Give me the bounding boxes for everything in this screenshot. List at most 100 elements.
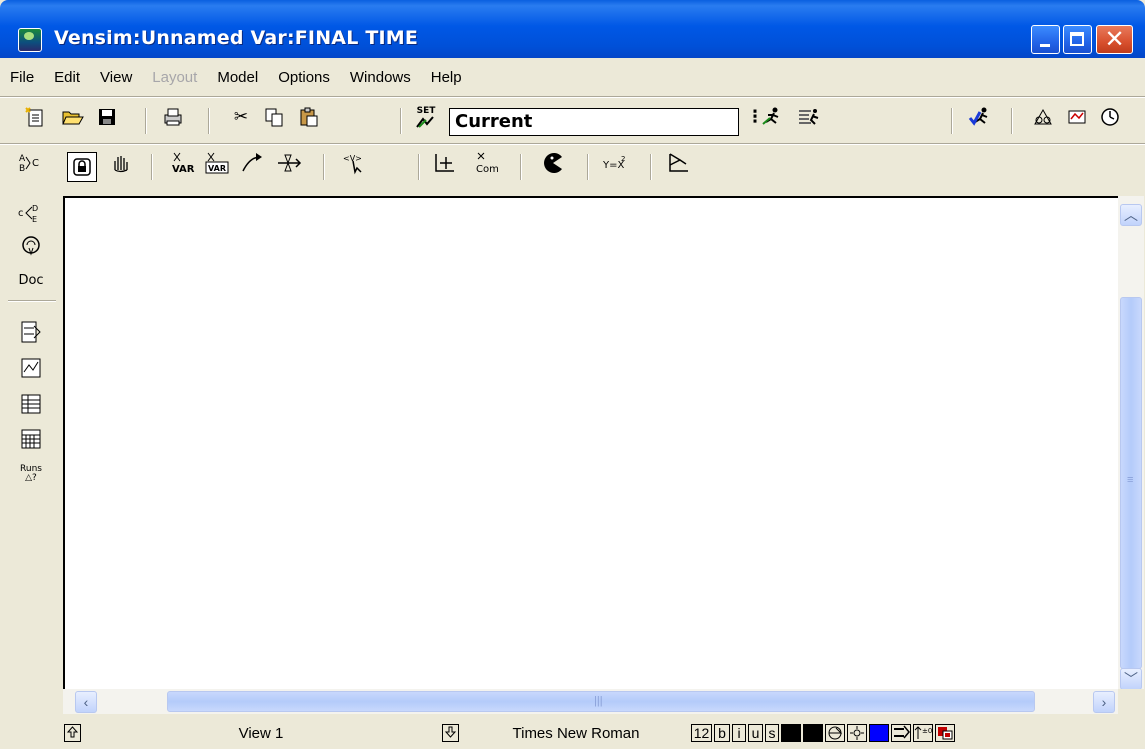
toolbar-separator xyxy=(0,143,1145,145)
doc-tool[interactable]: Doc xyxy=(18,266,44,294)
toolbar-divider xyxy=(650,154,652,180)
view-down-icon[interactable] xyxy=(442,724,459,742)
sketch-toolbar: ABC VAR VAR <V> Com Y=X 2 xyxy=(0,150,1145,186)
loops-icon[interactable] xyxy=(18,232,44,260)
shape-style-icon[interactable] xyxy=(825,724,845,742)
italic-toggle[interactable]: i xyxy=(732,724,746,742)
input-output-object-icon[interactable] xyxy=(432,150,458,176)
delete-pacman-icon[interactable] xyxy=(540,150,566,176)
save-icon[interactable] xyxy=(94,104,120,130)
variable-text-icon[interactable]: ABC xyxy=(18,150,44,176)
font-name[interactable]: Times New Roman xyxy=(469,724,683,744)
menu-separator xyxy=(0,96,1145,98)
svg-text:±0: ±0 xyxy=(922,727,932,735)
border-color-swatch[interactable] xyxy=(803,724,823,742)
underline-toggle[interactable]: u xyxy=(748,724,763,742)
print-icon[interactable] xyxy=(160,104,186,130)
title-bar[interactable]: Vensim:Unnamed Var:FINAL TIME ✕ xyxy=(0,0,1145,58)
vensim-app-icon[interactable] xyxy=(18,28,42,52)
com-tool-label: Com xyxy=(476,164,498,175)
maximize-button[interactable] xyxy=(1063,25,1092,54)
grip-icon: ≡ xyxy=(1127,474,1134,486)
menu-model[interactable]: Model xyxy=(207,63,268,93)
grip-icon: ||| xyxy=(594,695,603,707)
check-model-runner-icon[interactable] xyxy=(967,104,993,130)
horizontal-scrollbar[interactable]: ‹ ||| › xyxy=(63,689,1118,714)
move-hand-icon[interactable] xyxy=(107,150,133,176)
menu-help[interactable]: Help xyxy=(421,63,472,93)
text-color-swatch[interactable] xyxy=(781,724,801,742)
scroll-right-button[interactable]: › xyxy=(1093,691,1115,713)
scroll-left-button[interactable]: ‹ xyxy=(75,691,97,713)
causes-tree-icon[interactable]: cDE xyxy=(18,200,44,228)
sketch-canvas[interactable] xyxy=(63,196,1120,691)
paste-icon[interactable] xyxy=(296,104,322,130)
view-name[interactable]: View 1 xyxy=(86,724,436,744)
reality-check-icon[interactable] xyxy=(1030,104,1056,130)
open-folder-icon[interactable] xyxy=(60,104,86,130)
run-name-input[interactable]: Current xyxy=(449,108,739,136)
menu-options[interactable]: Options xyxy=(268,63,340,93)
close-icon: ✕ xyxy=(1104,25,1125,53)
shadow-variable-icon[interactable]: <V> xyxy=(341,150,367,176)
rate-tool-icon[interactable] xyxy=(276,150,302,176)
toolbar-divider xyxy=(1011,108,1013,134)
menu-edit[interactable]: Edit xyxy=(44,63,90,93)
variable-tool-icon[interactable]: VAR xyxy=(170,150,196,176)
svg-text:A: A xyxy=(19,154,26,164)
scroll-up-button[interactable]: ︿ xyxy=(1120,204,1142,226)
units-check-icon[interactable] xyxy=(1064,104,1090,130)
table-icon[interactable] xyxy=(18,390,44,418)
toolbar-divider xyxy=(587,154,589,180)
graph-icon[interactable] xyxy=(18,354,44,382)
arrow-style-icon[interactable] xyxy=(891,724,911,742)
vertical-scroll-thumb[interactable]: ≡ xyxy=(1120,297,1142,669)
close-button[interactable]: ✕ xyxy=(1096,25,1133,54)
minimize-button[interactable] xyxy=(1031,25,1060,54)
polarity-icon[interactable]: ±0 xyxy=(913,724,933,742)
menu-layout[interactable]: Layout xyxy=(142,63,207,93)
position-style-icon[interactable] xyxy=(847,724,867,742)
chevron-left-icon: ‹ xyxy=(83,694,89,710)
scroll-corner xyxy=(1118,689,1145,714)
svg-text:VAR: VAR xyxy=(208,164,226,173)
svg-text:2: 2 xyxy=(621,155,625,163)
menu-windows[interactable]: Windows xyxy=(340,63,421,93)
synthesim-icon[interactable] xyxy=(796,104,822,130)
copy-icon[interactable] xyxy=(261,104,287,130)
svg-text:C: C xyxy=(32,158,39,169)
comment-tool-icon[interactable]: Com xyxy=(472,150,498,176)
menu-file[interactable]: File xyxy=(0,63,44,93)
simulate-runner-icon[interactable] xyxy=(760,104,786,130)
menu-view[interactable]: View xyxy=(90,63,142,93)
toolbar-divider xyxy=(520,154,522,180)
strikethrough-toggle[interactable]: s xyxy=(765,724,779,742)
color-palette-icon[interactable] xyxy=(935,724,955,742)
font-size[interactable]: 12 xyxy=(691,724,712,742)
lock-sketch-icon[interactable] xyxy=(67,152,97,182)
timer-icon[interactable] xyxy=(1097,104,1123,130)
minimize-icon xyxy=(1040,44,1050,47)
fill-color-swatch[interactable] xyxy=(869,724,889,742)
reference-mode-icon[interactable] xyxy=(666,150,692,176)
box-variable-icon[interactable]: VAR xyxy=(204,150,230,176)
causes-strip-icon[interactable] xyxy=(18,318,44,346)
svg-text:E: E xyxy=(32,215,37,224)
chevron-up-icon: ︿ xyxy=(1124,207,1138,223)
horizontal-scroll-thumb[interactable]: ||| xyxy=(167,691,1035,712)
equations-icon[interactable]: Y=X 2 xyxy=(602,150,628,176)
status-bar: View 1 Times New Roman 12 b i u s ±0 xyxy=(0,718,1145,749)
view-up-icon[interactable] xyxy=(64,724,81,742)
toolbar-divider xyxy=(951,108,953,134)
var-tool-label: VAR xyxy=(172,164,195,175)
scroll-down-button[interactable]: ﹀ xyxy=(1120,668,1142,690)
runs-sub-label: △? xyxy=(25,473,37,483)
bold-toggle[interactable]: b xyxy=(714,724,730,742)
arrow-tool-icon[interactable] xyxy=(240,150,266,176)
runs-compare-tool[interactable]: Runs △? xyxy=(18,460,44,488)
table-time-down-icon[interactable] xyxy=(18,425,44,453)
set-run-icon[interactable]: SET xyxy=(413,104,439,130)
new-model-icon[interactable] xyxy=(22,104,48,130)
vertical-scrollbar[interactable]: ︿ ≡ ﹀ xyxy=(1118,196,1144,691)
cut-icon[interactable]: ✂ xyxy=(228,104,254,130)
